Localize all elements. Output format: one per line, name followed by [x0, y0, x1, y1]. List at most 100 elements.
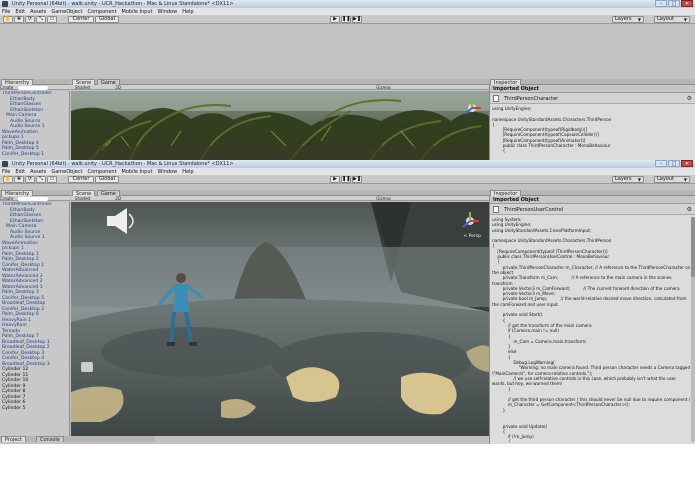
layout-label: Layout: [657, 176, 674, 182]
menu-help[interactable]: Help: [182, 169, 193, 175]
pause-button[interactable]: ❚❚: [341, 176, 351, 183]
layout-dropdown[interactable]: Layout ▼: [654, 176, 690, 183]
close-button[interactable]: ✕: [681, 160, 693, 167]
menu-window[interactable]: Window: [157, 9, 177, 15]
pivot-center-button[interactable]: Center: [68, 176, 94, 183]
inspector-header: Imported Object: [490, 85, 695, 93]
island-scene-image: [71, 202, 489, 436]
minimize-button[interactable]: –: [655, 0, 667, 7]
inspector-object-row: ThirdPersonCharacter ⚙: [490, 93, 695, 104]
menu-file[interactable]: File: [2, 9, 10, 15]
menu-assets[interactable]: Assets: [30, 9, 46, 15]
pivot-center-button[interactable]: Center: [68, 16, 94, 23]
scene-subbar: Shaded 2D Gizmos: [71, 196, 489, 201]
script-source-text: using System; using UnityEngine; using U…: [492, 217, 691, 442]
chevron-down-icon: ▼: [637, 177, 641, 182]
hierarchy-list: ThirdPersonController EthanBody EthanGlass…: [0, 91, 70, 160]
space-global-button[interactable]: Global: [95, 16, 119, 23]
scrollbar-thumb[interactable]: [691, 217, 695, 277]
window-controls: – □ ✕: [655, 0, 693, 8]
menu-window[interactable]: Window: [157, 169, 177, 175]
close-button[interactable]: ✕: [681, 0, 693, 7]
chevron-down-icon: ▼: [683, 177, 687, 182]
create-dropdown[interactable]: Create: [0, 85, 13, 90]
layers-dropdown[interactable]: Layers ▼: [612, 16, 644, 23]
scale-tool-button[interactable]: ⤡: [36, 176, 46, 183]
inspector-object-name: ThirdPersonUserControl: [504, 207, 564, 213]
tab-console[interactable]: Console: [36, 436, 64, 443]
menu-mobile-input[interactable]: Mobile Input: [122, 169, 153, 175]
chevron-down-icon: ▼: [683, 17, 687, 22]
hierarchy-item[interactable]: Cylinder 5: [2, 406, 69, 412]
unity-logo-icon: [2, 1, 8, 7]
inspector-scrollbar[interactable]: [691, 217, 695, 442]
menu-assets[interactable]: Assets: [30, 169, 46, 175]
menu-bar: File Edit Assets GameObject Component Mo…: [0, 8, 695, 15]
layout-label: Layout: [657, 16, 674, 22]
minimize-button[interactable]: –: [655, 160, 667, 167]
scale-tool-button[interactable]: ⤡: [36, 16, 46, 23]
move-tool-button[interactable]: ✥: [14, 16, 24, 23]
menu-bar: File Edit Assets GameObject Component Mo…: [0, 168, 695, 175]
menu-edit[interactable]: Edit: [15, 9, 25, 15]
inspector-panel: Imported Object ThirdPersonCharacter ⚙ u…: [489, 85, 695, 160]
layout-dropdown[interactable]: Layout ▼: [654, 16, 690, 23]
bottom-unity-window: Unity Personal (64bit) - walk.unity - UC…: [0, 160, 695, 444]
2d-toggle[interactable]: 2D: [115, 85, 121, 90]
layers-dropdown[interactable]: Layers ▼: [612, 176, 644, 183]
gear-icon[interactable]: ⚙: [687, 206, 692, 213]
tab-project[interactable]: Project: [1, 436, 27, 443]
scene-icon-bottom: [81, 362, 93, 372]
maximize-button[interactable]: □: [668, 0, 680, 7]
pause-button[interactable]: ❚❚: [341, 16, 351, 23]
step-button[interactable]: ▶❚: [352, 16, 362, 23]
title-bar: Unity Personal (64bit) - walk.unity - UC…: [0, 0, 695, 8]
hierarchy-search-input[interactable]: [17, 197, 48, 201]
top-unity-window: Unity Personal (64bit) - walk.unity - UC…: [0, 0, 695, 160]
hierarchy-item[interactable]: Conifer_Desktop 1: [2, 152, 69, 158]
gear-icon[interactable]: ⚙: [687, 95, 692, 102]
maximize-button[interactable]: □: [668, 160, 680, 167]
play-button[interactable]: ▶: [330, 176, 340, 183]
bottom-tabstrip: Project Console: [0, 436, 155, 443]
menu-mobile-input[interactable]: Mobile Input: [122, 9, 153, 15]
menu-help[interactable]: Help: [182, 9, 193, 15]
menu-component[interactable]: Component: [88, 9, 117, 15]
move-tool-button[interactable]: ✥: [14, 176, 24, 183]
shading-mode-dropdown[interactable]: Shaded: [75, 85, 90, 90]
scene-view[interactable]: [71, 91, 489, 160]
inspector-panel: Imported Object ThirdPersonUserControl ⚙…: [489, 196, 695, 444]
rotate-tool-button[interactable]: ⟳: [25, 176, 35, 183]
scene-subbar: Shaded 2D Gizmos: [71, 85, 489, 90]
layers-label: Layers: [615, 16, 632, 22]
unity-logo-icon: [2, 161, 8, 167]
menu-file[interactable]: File: [2, 169, 10, 175]
menu-edit[interactable]: Edit: [15, 169, 25, 175]
2d-toggle[interactable]: 2D: [115, 196, 121, 201]
window-title: Unity Personal (64bit) - walk.unity - UC…: [12, 161, 234, 167]
script-file-icon: [493, 95, 499, 102]
inspector-object-name: ThirdPersonCharacter: [504, 96, 559, 102]
hierarchy-list: ThirdPersonController EthanBody EthanGlass…: [0, 202, 70, 436]
gizmos-dropdown[interactable]: Gizmos: [376, 85, 391, 90]
hand-tool-button[interactable]: ✋: [3, 176, 13, 183]
hand-tool-button[interactable]: ✋: [3, 16, 13, 23]
menu-gameobject[interactable]: GameObject: [51, 9, 82, 15]
gizmos-dropdown[interactable]: Gizmos: [376, 196, 391, 201]
hierarchy-subbar: Create: [0, 196, 70, 201]
rect-tool-button[interactable]: ▭: [47, 176, 57, 183]
shading-mode-dropdown[interactable]: Shaded: [75, 196, 90, 201]
create-dropdown[interactable]: Create: [0, 196, 13, 201]
rotate-tool-button[interactable]: ⟳: [25, 16, 35, 23]
menu-gameobject[interactable]: GameObject: [51, 169, 82, 175]
menu-component[interactable]: Component: [88, 169, 117, 175]
scene-orientation-gizmo-icon[interactable]: [461, 97, 483, 119]
scene-view[interactable]: < Persp: [71, 202, 489, 436]
space-global-button[interactable]: Global: [95, 176, 119, 183]
scene-orientation-gizmo-icon[interactable]: [459, 210, 481, 232]
persp-label[interactable]: < Persp: [463, 234, 481, 239]
step-button[interactable]: ▶❚: [352, 176, 362, 183]
hierarchy-search-input[interactable]: [17, 86, 48, 90]
rect-tool-button[interactable]: ▭: [47, 16, 57, 23]
play-button[interactable]: ▶: [330, 16, 340, 23]
